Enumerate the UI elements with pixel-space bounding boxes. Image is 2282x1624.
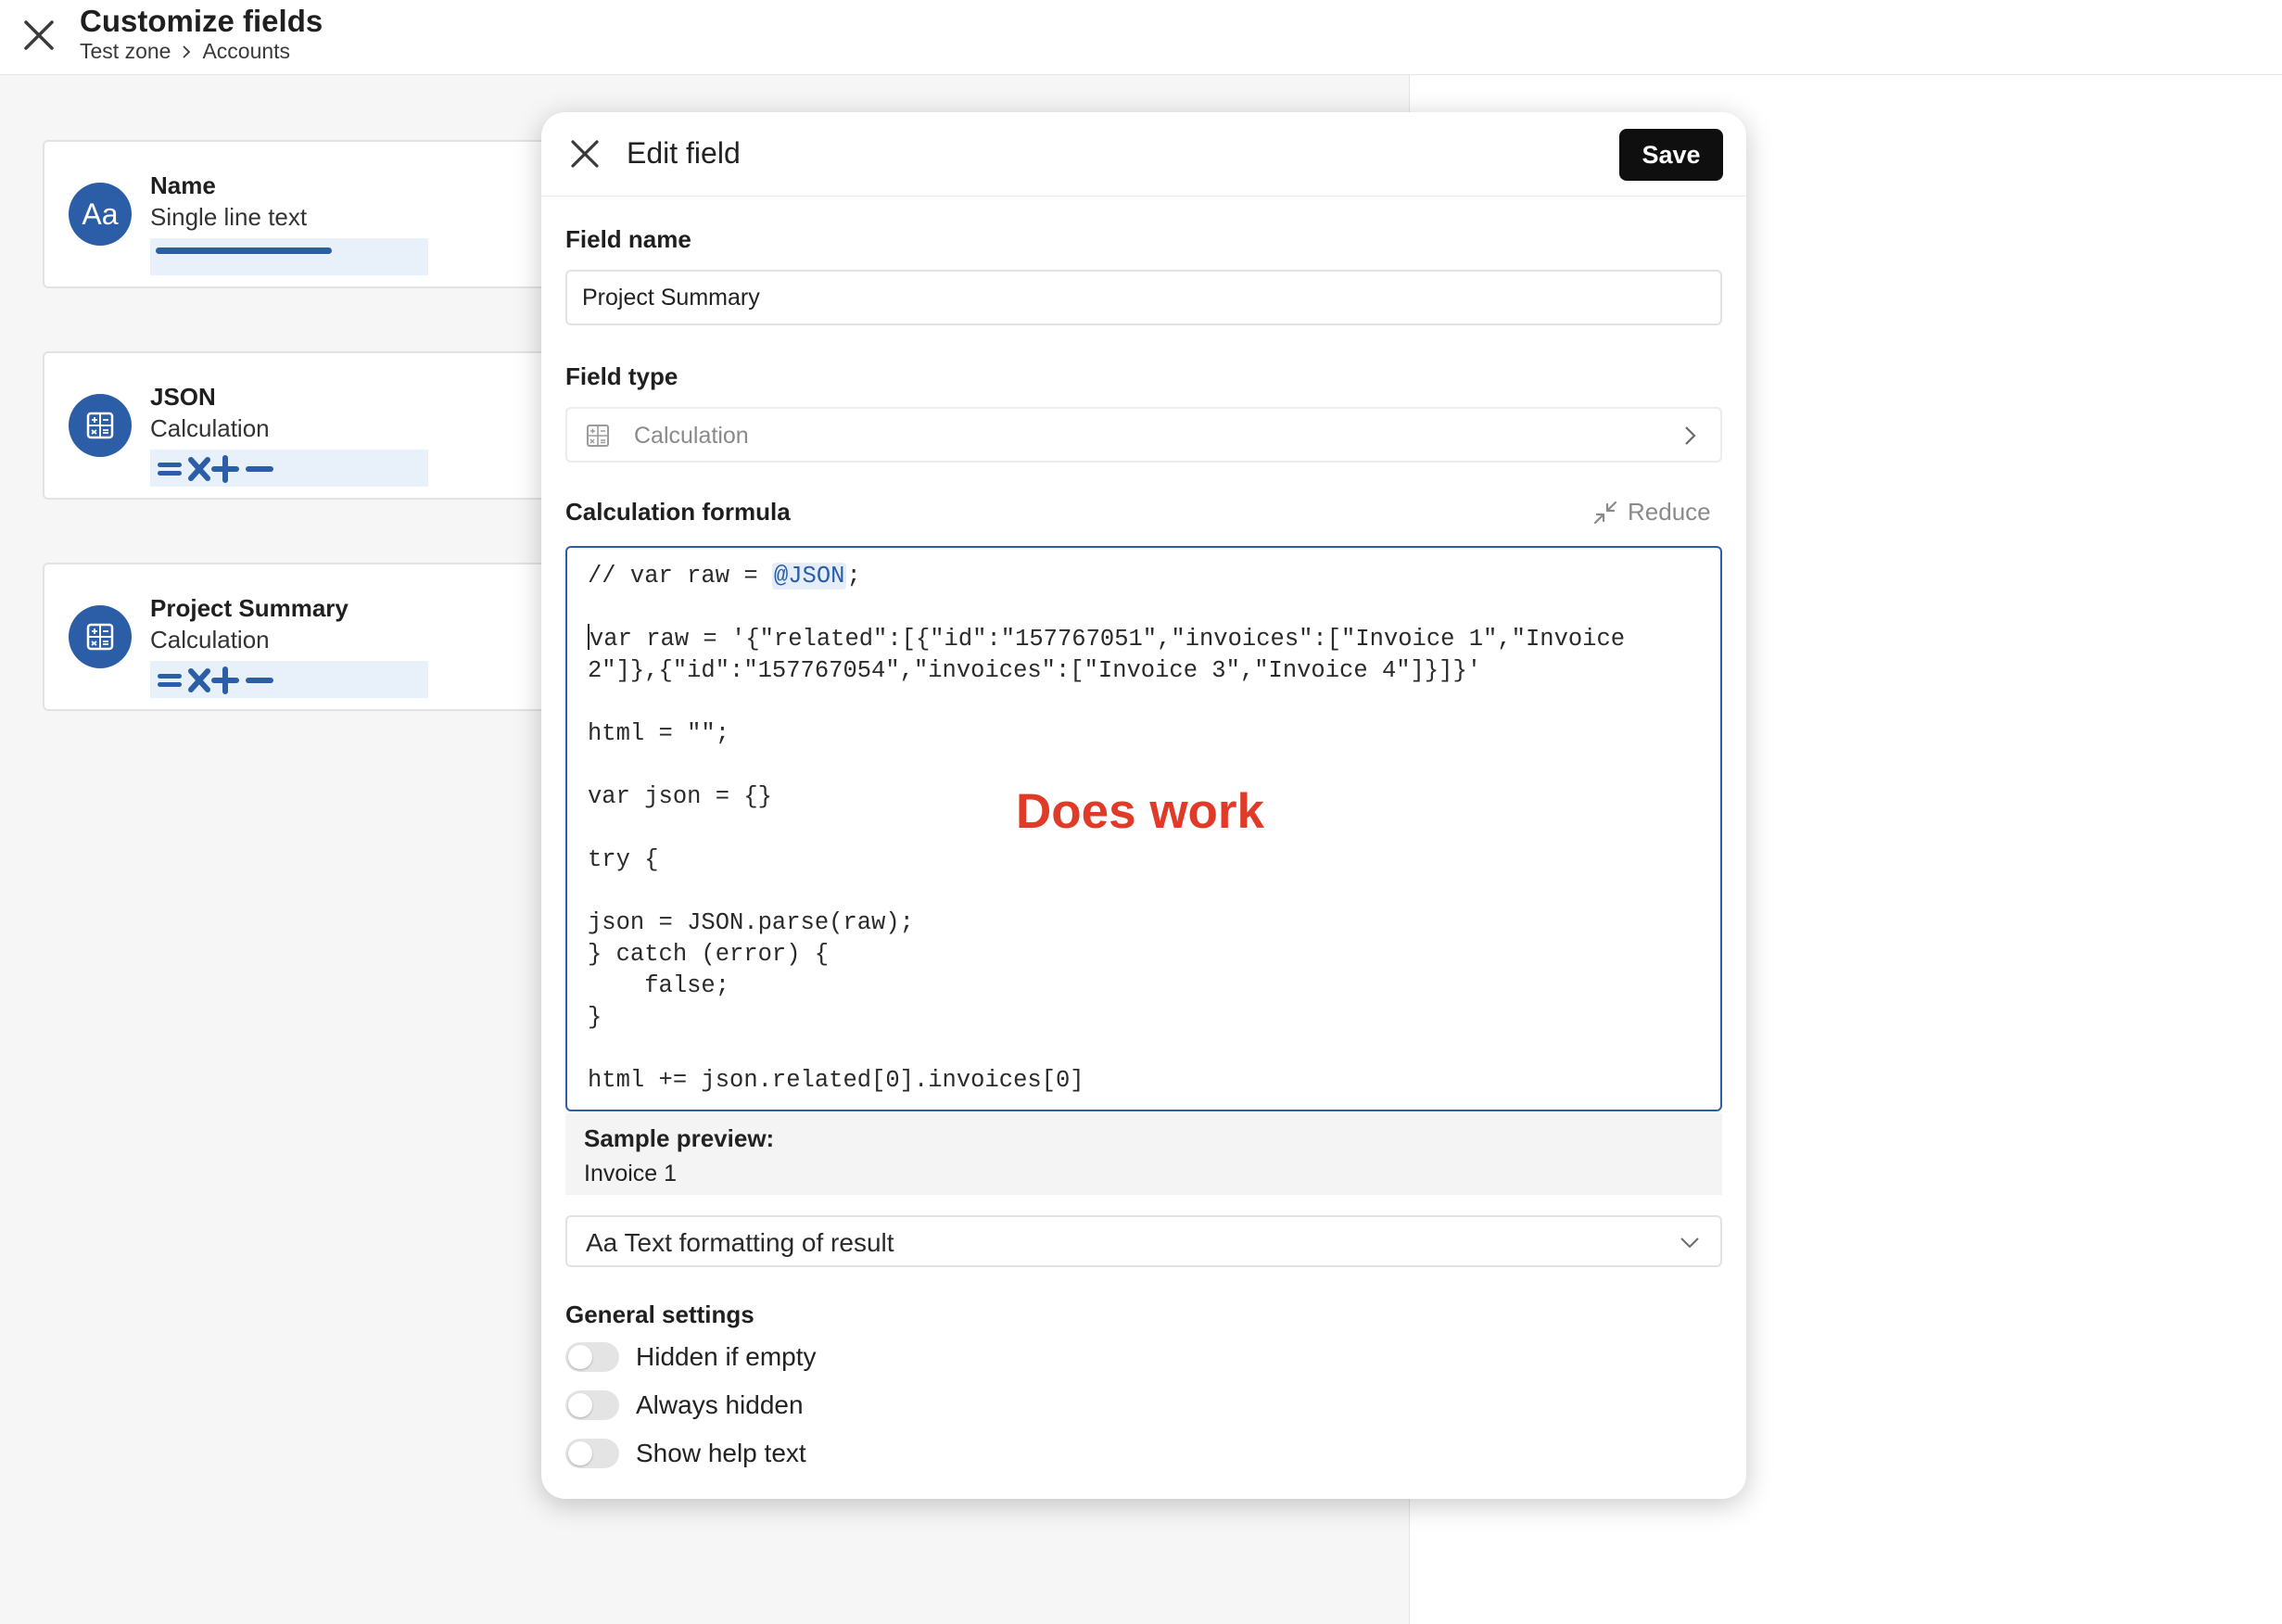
toggle-show-help-text[interactable]: Show help text	[565, 1439, 806, 1468]
text-type-icon: Aa	[69, 183, 132, 246]
field-card-name[interactable]: Aa Name Single line text	[43, 140, 565, 288]
formula-label: Calculation formula	[565, 498, 791, 526]
code-line: ;	[846, 563, 861, 590]
field-card-type: Calculation	[150, 626, 270, 653]
toggle-label: Hidden if empty	[636, 1342, 817, 1371]
dialog-title: Edit field	[627, 136, 741, 170]
toggle-hidden-if-empty[interactable]: Hidden if empty	[565, 1342, 817, 1372]
annotation-text: Does work	[1016, 784, 1265, 839]
formula-editor[interactable]: // var raw = @JSON; var raw = '{"related…	[565, 546, 1722, 1111]
code-line: } catch (error) {	[588, 941, 830, 968]
text-formatting-label: Aa Text formatting of result	[586, 1228, 894, 1257]
calculator-icon	[587, 425, 609, 447]
toggle-switch[interactable]	[565, 1342, 619, 1372]
top-bar: Customize fields Test zone Accounts	[0, 0, 2282, 75]
dialog-header: Edit field Save	[541, 112, 1746, 197]
text-formatting-select[interactable]: Aa Text formatting of result	[565, 1215, 1722, 1267]
code-line: // var raw =	[588, 563, 772, 590]
chevron-right-icon	[1685, 426, 1696, 445]
code-line: false;	[588, 972, 730, 999]
code-line: try {	[588, 846, 659, 873]
field-name-label: Field name	[565, 225, 691, 253]
field-card-title: Name	[150, 171, 216, 199]
field-card-type: Single line text	[150, 203, 308, 231]
code-line: var json = {}	[588, 783, 772, 810]
close-icon[interactable]	[20, 17, 57, 54]
collapse-icon	[1593, 501, 1617, 524]
field-type-label: Field type	[565, 362, 678, 390]
toggle-label: Always hidden	[636, 1390, 804, 1419]
code-line: var raw = '{"related":[{"id":"157767051"…	[590, 626, 1626, 653]
code-line: json = JSON.parse(raw);	[588, 909, 914, 936]
breadcrumb-item-accounts[interactable]: Accounts	[202, 39, 290, 64]
preview-value: Invoice 1	[584, 1161, 678, 1186]
field-card-preview	[150, 238, 428, 275]
field-card-json[interactable]: JSON Calculation	[43, 351, 565, 500]
general-settings-label: General settings	[565, 1300, 754, 1328]
toggle-always-hidden[interactable]: Always hidden	[565, 1390, 804, 1420]
reduce-button[interactable]: Reduce	[1592, 498, 1711, 527]
code-line: 2"]},{"id":"157767054","invoices":["Invo…	[588, 657, 1482, 684]
field-card-project-summary[interactable]: Project Summary Calculation	[43, 563, 565, 711]
close-icon[interactable]	[567, 136, 602, 171]
breadcrumb: Test zone Accounts	[80, 39, 290, 64]
field-card-preview	[150, 661, 428, 698]
preview-label: Sample preview:	[584, 1124, 775, 1152]
field-card-title: Project Summary	[150, 594, 349, 622]
field-card-type: Calculation	[150, 414, 270, 442]
field-name-input[interactable]	[565, 270, 1722, 325]
field-type-value: Calculation	[634, 423, 749, 449]
calculator-icon	[69, 394, 132, 457]
sample-preview: Sample preview: Invoice 1	[565, 1113, 1722, 1195]
breadcrumb-item-zone[interactable]: Test zone	[80, 39, 171, 64]
chevron-down-icon	[1680, 1237, 1699, 1249]
text-preview-bar	[156, 247, 332, 254]
reduce-label: Reduce	[1628, 498, 1711, 526]
chevron-right-icon	[183, 44, 191, 58]
toggle-label: Show help text	[636, 1439, 806, 1467]
save-button[interactable]: Save	[1619, 129, 1723, 181]
edit-field-dialog: Edit field Save Field name Field type Ca…	[541, 112, 1746, 1499]
page-title: Customize fields	[80, 4, 323, 38]
code-line: html = "";	[588, 720, 730, 747]
field-type-select[interactable]: Calculation	[565, 407, 1722, 463]
math-operators-icon	[158, 455, 273, 483]
toggle-switch[interactable]	[565, 1439, 619, 1468]
code-line: }	[588, 1004, 602, 1031]
field-card-preview	[150, 450, 428, 487]
toggle-switch[interactable]	[565, 1390, 619, 1420]
math-operators-icon	[158, 666, 273, 694]
code-line: html += json.related[0].invoices[0]	[588, 1067, 1084, 1094]
field-reference-token[interactable]: @JSON	[771, 563, 847, 590]
field-card-title: JSON	[150, 383, 216, 411]
calculator-icon	[69, 605, 132, 668]
